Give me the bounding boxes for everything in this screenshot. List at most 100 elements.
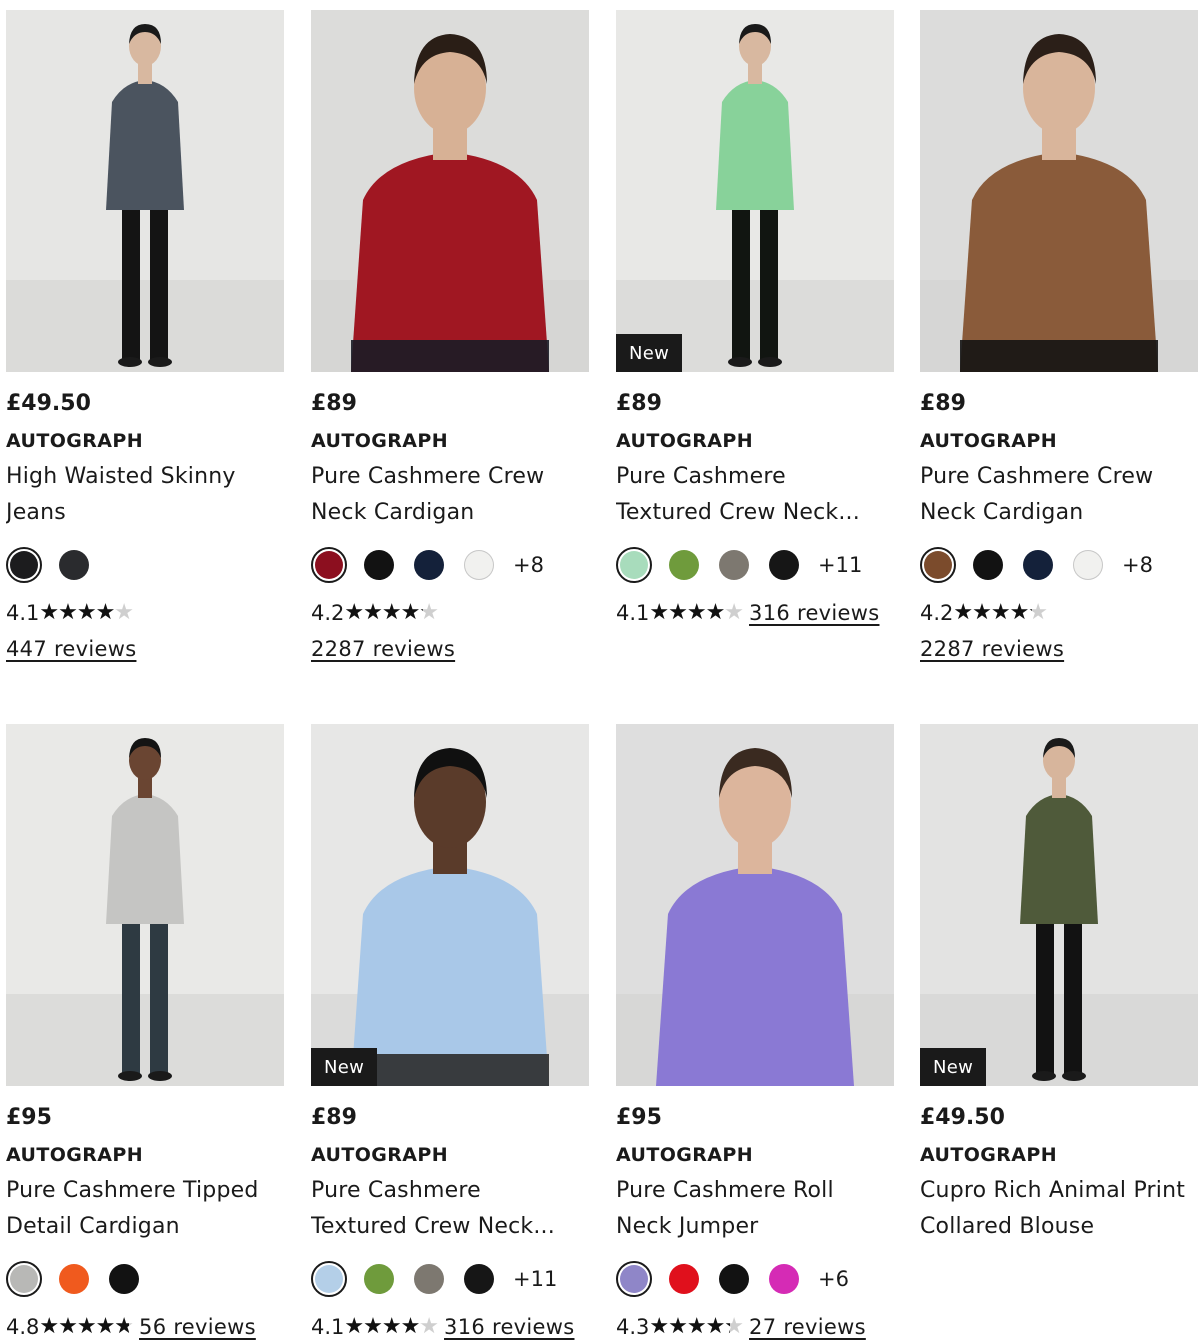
reviews-link[interactable]: 2287 reviews — [311, 633, 589, 665]
product-image[interactable] — [920, 10, 1198, 372]
colour-swatch[interactable] — [106, 1261, 142, 1297]
swatch-dot — [315, 1265, 343, 1293]
product-image[interactable] — [616, 724, 894, 1086]
colour-swatch[interactable] — [411, 547, 447, 583]
swatch-dot — [719, 1264, 749, 1294]
rating: 4.2★★★★★★★★★★ 2287 reviews — [920, 597, 1198, 665]
product-card[interactable]: New £89 AUTOGRAPH Pure Cashmere Textured Cre… — [311, 724, 589, 1343]
more-colours[interactable]: +8 — [513, 553, 544, 577]
product-brand: AUTOGRAPH — [6, 430, 144, 452]
product-title[interactable]: Pure Cashmere Tipped Detail Cardigan — [6, 1173, 284, 1245]
rating-value: 4.2 — [311, 601, 345, 625]
product-image[interactable] — [311, 10, 589, 372]
swatch-dot — [669, 1264, 699, 1294]
product-title[interactable]: Pure Cashmere Textured Crew Neck... — [616, 459, 894, 531]
product-title-line: Neck Cardigan — [311, 500, 475, 525]
product-title-line: Detail Cardigan — [6, 1214, 180, 1239]
more-colours[interactable]: +6 — [818, 1267, 849, 1291]
product-image[interactable]: New — [616, 10, 894, 372]
colour-swatch[interactable] — [56, 1261, 92, 1297]
colour-swatch[interactable] — [616, 547, 652, 583]
colour-swatch[interactable] — [766, 1261, 802, 1297]
swatch-dot — [10, 1265, 38, 1293]
product-grid: £49.50 AUTOGRAPH High Waisted Skinny Jeans 4… — [0, 0, 1200, 1343]
swatch-dot — [59, 550, 89, 580]
colour-swatch[interactable] — [1070, 547, 1106, 583]
product-title[interactable]: High Waisted Skinny Jeans — [6, 459, 284, 531]
swatch-dot — [464, 550, 494, 580]
product-title[interactable]: Pure Cashmere Textured Crew Neck... — [311, 1173, 589, 1245]
colour-swatch[interactable] — [716, 547, 752, 583]
product-card[interactable]: £95 AUTOGRAPH Pure Cashmere Tipped Detail C… — [6, 724, 284, 1343]
product-card[interactable]: New £49.50 AUTOGRAPH Cupro Rich Animal Prin… — [920, 724, 1198, 1245]
swatch-dot — [924, 551, 952, 579]
colour-swatch[interactable] — [1020, 547, 1056, 583]
rating-stars: ★★★★★★★★★★ — [649, 600, 744, 625]
product-title[interactable]: Pure Cashmere Crew Neck Cardigan — [920, 459, 1198, 531]
product-title-line: Pure Cashmere — [311, 1178, 481, 1203]
product-card[interactable]: New £89 AUTOGRAPH Pure Cashmere Textured Cre… — [616, 10, 894, 629]
reviews-link[interactable]: 447 reviews — [6, 633, 284, 665]
product-title-line: Textured Crew Neck... — [616, 500, 860, 525]
rating-stars: ★★★★★★★★★★ — [39, 1314, 134, 1339]
rating-stars: ★★★★★★★★★★ — [344, 600, 439, 625]
colour-swatches — [6, 545, 284, 585]
reviews-link[interactable]: 316 reviews — [444, 1315, 574, 1339]
product-card[interactable]: £95 AUTOGRAPH Pure Cashmere Roll Neck Jumpe… — [616, 724, 894, 1343]
colour-swatch[interactable] — [716, 1261, 752, 1297]
colour-swatch[interactable] — [666, 1261, 702, 1297]
colour-swatch[interactable] — [361, 547, 397, 583]
reviews-link[interactable]: 27 reviews — [749, 1315, 866, 1339]
product-image[interactable]: New — [920, 724, 1198, 1086]
rating: 4.1★★★★★★★★★★ 447 reviews — [6, 597, 284, 665]
swatch-dot — [769, 550, 799, 580]
product-image[interactable]: New — [311, 724, 589, 1086]
product-image[interactable] — [6, 724, 284, 1086]
colour-swatch[interactable] — [461, 547, 497, 583]
product-price: £95 — [616, 1105, 662, 1130]
colour-swatch[interactable] — [461, 1261, 497, 1297]
colour-swatch[interactable] — [666, 547, 702, 583]
colour-swatches: +6 — [616, 1259, 894, 1299]
swatch-dot — [620, 551, 648, 579]
reviews-link[interactable]: 56 reviews — [139, 1315, 256, 1339]
rating: 4.1★★★★★★★★★★316 reviews — [616, 597, 894, 629]
product-title-line: Pure Cashmere Crew — [311, 464, 545, 489]
swatch-dot — [973, 550, 1003, 580]
product-title[interactable]: Pure Cashmere Roll Neck Jumper — [616, 1173, 894, 1245]
product-title-line: Pure Cashmere Crew — [920, 464, 1154, 489]
product-card[interactable]: £89 AUTOGRAPH Pure Cashmere Crew Neck Cardi… — [311, 10, 589, 665]
more-colours[interactable]: +11 — [513, 1267, 557, 1291]
colour-swatch[interactable] — [6, 547, 42, 583]
colour-swatch[interactable] — [361, 1261, 397, 1297]
colour-swatch[interactable] — [766, 547, 802, 583]
product-title-line: Pure Cashmere — [616, 464, 786, 489]
colour-swatch[interactable] — [411, 1261, 447, 1297]
colour-swatch[interactable] — [311, 547, 347, 583]
product-price: £49.50 — [6, 391, 91, 416]
rating-stars: ★★★★★★★★★★ — [344, 1314, 439, 1339]
more-colours[interactable]: +8 — [1122, 553, 1153, 577]
rating: 4.1★★★★★★★★★★316 reviews — [311, 1311, 589, 1343]
colour-swatch[interactable] — [616, 1261, 652, 1297]
product-image[interactable] — [6, 10, 284, 372]
reviews-link[interactable]: 316 reviews — [749, 601, 879, 625]
colour-swatch[interactable] — [6, 1261, 42, 1297]
rating-value: 4.1 — [311, 1315, 345, 1339]
swatch-dot — [364, 1264, 394, 1294]
colour-swatch[interactable] — [311, 1261, 347, 1297]
more-colours[interactable]: +11 — [818, 553, 862, 577]
product-title[interactable]: Pure Cashmere Crew Neck Cardigan — [311, 459, 589, 531]
rating: 4.2★★★★★★★★★★ 2287 reviews — [311, 597, 589, 665]
product-card[interactable]: £89 AUTOGRAPH Pure Cashmere Crew Neck Cardi… — [920, 10, 1198, 665]
product-title[interactable]: Cupro Rich Animal Print Collared Blouse — [920, 1173, 1198, 1245]
product-card[interactable]: £49.50 AUTOGRAPH High Waisted Skinny Jeans 4… — [6, 10, 284, 665]
product-brand: AUTOGRAPH — [6, 1144, 144, 1166]
product-price: £89 — [311, 391, 357, 416]
product-brand: AUTOGRAPH — [311, 430, 449, 452]
reviews-link[interactable]: 2287 reviews — [920, 633, 1198, 665]
colour-swatch[interactable] — [56, 547, 92, 583]
colour-swatch[interactable] — [920, 547, 956, 583]
product-price: £89 — [616, 391, 662, 416]
colour-swatch[interactable] — [970, 547, 1006, 583]
